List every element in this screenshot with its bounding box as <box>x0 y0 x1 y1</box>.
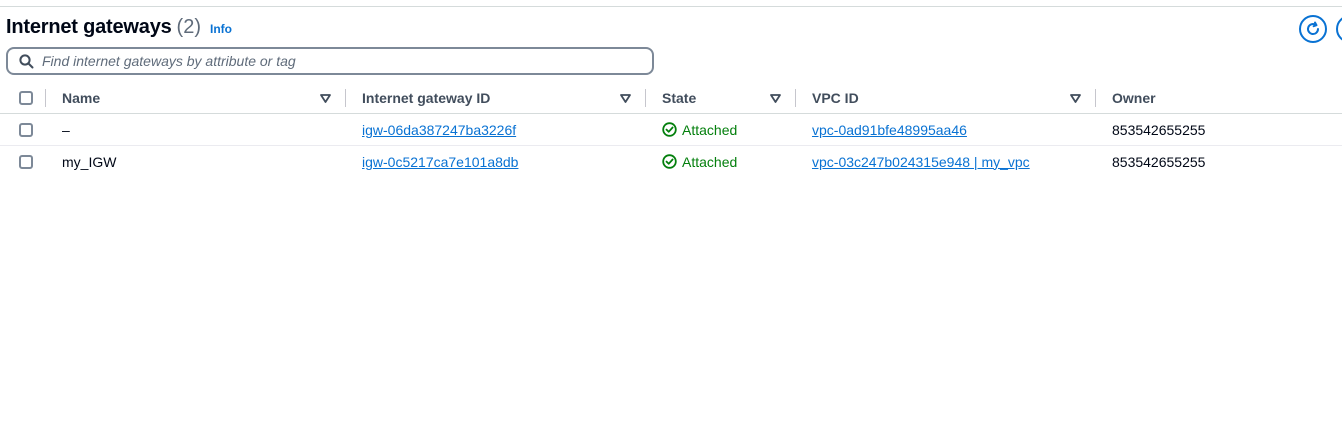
table-row[interactable]: – igw-06da387247ba3226f Attached vpc-0ad… <box>0 114 1342 146</box>
column-divider <box>45 89 46 107</box>
top-divider <box>0 6 1342 7</box>
sort-triangle-down-icon[interactable] <box>1069 92 1081 104</box>
column-header-owner[interactable]: Owner <box>1112 82 1156 113</box>
status-text: Attached <box>682 153 738 170</box>
column-divider[interactable] <box>645 89 646 107</box>
page-header: Internet gateways (2) Info <box>6 16 232 39</box>
igw-id-link[interactable]: igw-0c5217ca7e101a8db <box>362 154 518 170</box>
page-title: Internet gateways <box>6 16 172 38</box>
column-header-name[interactable]: Name <box>62 82 100 113</box>
cell-name: my_IGW <box>62 153 117 170</box>
actions-button-partial[interactable] <box>1336 15 1342 43</box>
search-icon <box>19 53 34 69</box>
cell-owner: 853542655255 <box>1112 121 1206 138</box>
sort-triangle-down-icon[interactable] <box>319 92 331 104</box>
cell-owner: 853542655255 <box>1112 153 1206 170</box>
refresh-icon <box>1307 21 1320 35</box>
column-header-state[interactable]: State <box>662 82 696 113</box>
internet-gateways-table: Name Internet gateway ID State VPC ID Ow… <box>0 82 1342 177</box>
info-link[interactable]: Info <box>210 22 232 36</box>
table-header-row: Name Internet gateway ID State VPC ID Ow… <box>0 82 1342 114</box>
item-count: (2) <box>176 16 201 38</box>
vpc-id-link[interactable]: vpc-03c247b024315e948 | my_vpc <box>812 154 1030 170</box>
column-header-vpc-id[interactable]: VPC ID <box>812 82 859 113</box>
status-badge: Attached <box>662 154 737 170</box>
row-checkbox[interactable] <box>19 154 33 169</box>
cell-name: – <box>62 121 70 138</box>
refresh-button[interactable] <box>1299 15 1327 43</box>
sort-triangle-down-icon[interactable] <box>619 92 631 104</box>
check-circle-icon <box>662 122 677 137</box>
column-header-igw-id[interactable]: Internet gateway ID <box>362 82 490 113</box>
search-box <box>6 47 654 75</box>
vpc-id-link[interactable]: vpc-0ad91bfe48995aa46 <box>812 122 967 138</box>
column-divider[interactable] <box>795 89 796 107</box>
table-row[interactable]: my_IGW igw-0c5217ca7e101a8db Attached vp… <box>0 146 1342 177</box>
check-circle-icon <box>662 154 677 169</box>
row-checkbox[interactable] <box>19 122 33 137</box>
igw-id-link[interactable]: igw-06da387247ba3226f <box>362 122 516 138</box>
column-divider[interactable] <box>1095 89 1096 107</box>
status-badge: Attached <box>662 122 737 138</box>
column-divider[interactable] <box>345 89 346 107</box>
status-text: Attached <box>682 121 738 138</box>
search-input[interactable] <box>42 53 622 69</box>
sort-triangle-down-icon[interactable] <box>769 92 781 104</box>
select-all-checkbox[interactable] <box>19 90 33 105</box>
